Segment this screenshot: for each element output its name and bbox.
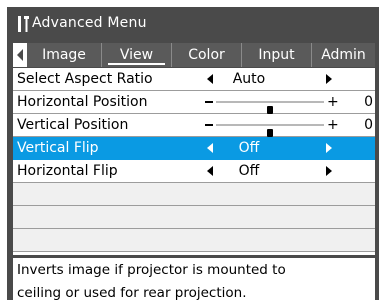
tab-label: Admin bbox=[321, 47, 366, 63]
menu-row-vertical-position[interactable]: Vertical Position + 0 bbox=[13, 114, 375, 137]
advanced-menu-window: Advanced Menu Image View Color Input Adm… bbox=[7, 7, 379, 307]
slider-value: 0 bbox=[364, 94, 373, 110]
tab-view[interactable]: View bbox=[101, 43, 171, 67]
row-label: Select Aspect Ratio bbox=[17, 71, 153, 87]
row-label: Horizontal Flip bbox=[17, 163, 118, 179]
arrow-left-icon[interactable] bbox=[207, 74, 213, 84]
row-label: Vertical Flip bbox=[17, 140, 99, 156]
plus-icon[interactable]: + bbox=[327, 91, 339, 113]
tab-scroll-left-button[interactable] bbox=[13, 43, 27, 67]
position-slider[interactable] bbox=[216, 124, 324, 137]
wrench-screwdriver-icon bbox=[18, 16, 29, 32]
empty-row bbox=[13, 183, 375, 206]
tab-label: View bbox=[119, 47, 154, 63]
menu-row-horizontal-position[interactable]: Horizontal Position + 0 bbox=[13, 91, 375, 114]
menu-list: Select Aspect Ratio Auto Horizontal Posi… bbox=[13, 68, 375, 255]
title-bar: Advanced Menu bbox=[7, 7, 379, 40]
tab-image[interactable]: Image bbox=[27, 43, 101, 67]
slider-thumb[interactable] bbox=[267, 129, 273, 137]
minus-icon[interactable] bbox=[205, 101, 213, 103]
arrow-right-icon[interactable] bbox=[326, 74, 332, 84]
row-value: Off bbox=[238, 163, 260, 179]
arrow-left-icon[interactable] bbox=[207, 166, 213, 176]
row-value: Off bbox=[238, 140, 260, 156]
window-title: Advanced Menu bbox=[32, 15, 147, 31]
menu-row-vertical-flip[interactable]: Vertical Flip Off bbox=[13, 137, 375, 160]
tab-label: Input bbox=[258, 47, 295, 63]
tab-label: Color bbox=[188, 47, 225, 63]
plus-icon[interactable]: + bbox=[327, 114, 339, 136]
tab-admin[interactable]: Admin bbox=[311, 43, 375, 67]
tab-bar: Image View Color Input Admin bbox=[13, 43, 375, 67]
arrow-right-icon[interactable] bbox=[326, 166, 332, 176]
menu-row-select-aspect-ratio[interactable]: Select Aspect Ratio Auto bbox=[13, 68, 375, 91]
row-label: Vertical Position bbox=[17, 117, 129, 133]
tab-input[interactable]: Input bbox=[241, 43, 311, 67]
active-tab-indicator bbox=[108, 63, 165, 65]
help-text-line: ceiling or used for rear projection. bbox=[17, 285, 247, 301]
tab-color[interactable]: Color bbox=[171, 43, 241, 67]
minus-icon[interactable] bbox=[205, 124, 213, 126]
arrow-left-icon[interactable] bbox=[207, 143, 213, 153]
tab-label: Image bbox=[42, 47, 86, 63]
help-text-line: Inverts image if projector is mounted to bbox=[17, 262, 286, 278]
chevron-left-icon bbox=[17, 49, 23, 61]
arrow-right-icon[interactable] bbox=[326, 143, 332, 153]
slider-thumb[interactable] bbox=[267, 106, 273, 114]
empty-row bbox=[13, 229, 375, 252]
position-slider[interactable] bbox=[216, 101, 324, 114]
row-label: Horizontal Position bbox=[17, 94, 148, 110]
slider-value: 0 bbox=[364, 117, 373, 133]
empty-row bbox=[13, 206, 375, 229]
menu-row-horizontal-flip[interactable]: Horizontal Flip Off bbox=[13, 160, 375, 183]
row-value: Auto bbox=[232, 71, 266, 87]
